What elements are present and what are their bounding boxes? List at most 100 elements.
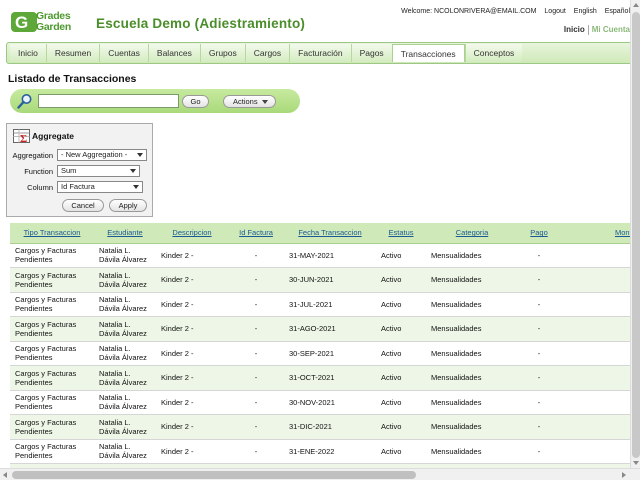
cell-estatus: Activo <box>376 292 426 317</box>
cancel-button[interactable]: Cancel <box>62 199 104 212</box>
actions-button[interactable]: Actions <box>223 95 276 108</box>
col-estatus[interactable]: Estatus <box>376 223 426 244</box>
aggregation-label: Aggregation <box>12 151 53 160</box>
svg-text:Σ: Σ <box>20 133 27 143</box>
cell-id-factura: - <box>228 341 284 366</box>
table-row[interactable]: Cargos y Facturas PendientesNatalia L. D… <box>10 316 630 342</box>
cell-estatus: Activo <box>376 365 426 391</box>
scroll-up-icon[interactable] <box>633 3 639 7</box>
tab-facturacion[interactable]: Facturación <box>289 44 351 62</box>
table-row[interactable]: Cargos y Facturas PendientesNatalia L. D… <box>10 292 630 317</box>
actions-label: Actions <box>233 97 258 106</box>
magnifier-icon[interactable] <box>17 93 33 109</box>
table-row[interactable]: Cargos y Facturas PendientesNatalia L. D… <box>10 267 630 293</box>
function-label: Function <box>24 167 53 176</box>
cell-pago: - <box>518 267 560 293</box>
mi-cuenta-link[interactable]: Mi Cuenta <box>592 25 630 34</box>
col-monto-cargo[interactable]: Monto Cargo <box>560 223 630 244</box>
cell-estudiante: Natalia L. Dávila Álvarez <box>94 267 156 293</box>
cell-fecha: 30-SEP-2021 <box>284 341 376 366</box>
logo-line-2: Garden <box>36 21 71 33</box>
aggregation-select[interactable]: - New Aggregation - <box>57 149 147 161</box>
english-link[interactable]: English <box>574 8 597 15</box>
cell-fecha: 30-NOV-2021 <box>284 390 376 415</box>
aggregate-title: Aggregate <box>32 131 75 141</box>
tab-grupos[interactable]: Grupos <box>199 44 245 62</box>
col-id-factura[interactable]: Id Factura <box>228 223 284 244</box>
logout-link[interactable]: Logout <box>544 8 565 15</box>
tab-balances[interactable]: Balances <box>147 44 200 62</box>
cell-descripcion: Kinder 2 - <box>156 439 228 464</box>
cell-estudiante: Natalia L. Dávila Álvarez <box>94 414 156 440</box>
cell-tipo: Cargos y Facturas Pendientes <box>10 365 94 391</box>
cell-pago: - <box>518 414 560 440</box>
cell-monto: $320.00 <box>560 243 630 268</box>
col-descripcion[interactable]: Descripcion <box>156 223 228 244</box>
cell-estatus: Activo <box>376 414 426 440</box>
cell-id-factura: - <box>228 267 284 293</box>
search-input[interactable] <box>38 94 179 108</box>
cell-monto: $320.00 <box>560 341 630 366</box>
transactions-table: Tipo Transaccion Estudiante Descripcion … <box>10 223 630 468</box>
chevron-down-icon <box>133 185 139 189</box>
scroll-down-icon[interactable] <box>633 461 639 465</box>
horizontal-scroll-thumb[interactable] <box>12 471 416 479</box>
horizontal-scrollbar[interactable] <box>0 468 640 480</box>
tab-cargos[interactable]: Cargos <box>244 44 290 62</box>
grades-garden-logo[interactable]: G Grades Garden <box>11 10 93 34</box>
cell-descripcion: Kinder 2 - <box>156 292 228 317</box>
cell-fecha: 31-MAY-2021 <box>284 243 376 268</box>
espanol-link[interactable]: Español <box>605 8 630 15</box>
cell-categoria: Mensualidades <box>426 341 518 366</box>
cell-descripcion: Kinder 2 - <box>156 243 228 268</box>
table-row[interactable]: Cargos y Facturas PendientesNatalia L. D… <box>10 365 630 391</box>
cell-descripcion: Kinder 2 - <box>156 341 228 366</box>
tab-resumen[interactable]: Resumen <box>45 44 100 62</box>
go-button[interactable]: Go <box>182 95 209 108</box>
inicio-link[interactable]: Inicio <box>564 25 585 34</box>
cell-estatus: Activo <box>376 341 426 366</box>
col-pago[interactable]: Pago <box>518 223 560 244</box>
transactions-table-wrap: Tipo Transaccion Estudiante Descripcion … <box>10 223 630 468</box>
vertical-scroll-thumb[interactable] <box>632 12 640 458</box>
top-links: Welcome: NCOLONRIVERA@EMAIL.COM Logout E… <box>401 8 630 15</box>
table-row[interactable]: Cargos y Facturas PendientesNatalia L. D… <box>10 414 630 440</box>
tab-inicio[interactable]: Inicio <box>10 44 46 62</box>
cell-tipo: Cargos y Facturas Pendientes <box>10 292 94 317</box>
divider <box>587 25 589 35</box>
col-tipo-transaccion[interactable]: Tipo Transaccion <box>10 223 94 244</box>
col-estudiante[interactable]: Estudiante <box>94 223 156 244</box>
col-categoria[interactable]: Categoria <box>426 223 518 244</box>
tab-transacciones[interactable]: Transacciones <box>391 44 465 62</box>
cell-monto: $320.00 <box>560 267 630 293</box>
apply-button[interactable]: Apply <box>109 199 147 212</box>
cell-tipo: Cargos y Facturas Pendientes <box>10 439 94 464</box>
table-row[interactable]: Cargos y Facturas PendientesNatalia L. D… <box>10 390 630 415</box>
table-row[interactable]: Cargos y Facturas PendientesNatalia L. D… <box>10 243 630 268</box>
tab-pagos[interactable]: Pagos <box>350 44 392 62</box>
cell-categoria: Mensualidades <box>426 243 518 268</box>
cell-tipo: Cargos y Facturas Pendientes <box>10 267 94 293</box>
column-select[interactable]: Id Factura <box>57 181 143 193</box>
cell-estudiante: Natalia L. Dávila Álvarez <box>94 365 156 391</box>
vertical-scrollbar[interactable] <box>630 0 640 468</box>
tab-conceptos[interactable]: Conceptos <box>464 44 523 62</box>
chevron-down-icon <box>137 153 143 157</box>
scroll-left-icon[interactable] <box>3 472 7 478</box>
function-select[interactable]: Sum <box>57 165 140 177</box>
table-row[interactable]: Cargos y Facturas PendientesNatalia L. D… <box>10 439 630 464</box>
svg-text:G: G <box>15 13 28 32</box>
cell-pago: - <box>518 243 560 268</box>
cell-estudiante: Natalia L. Dávila Álvarez <box>94 390 156 415</box>
table-row[interactable]: Cargos y Facturas PendientesNatalia L. D… <box>10 341 630 366</box>
cell-id-factura: - <box>228 414 284 440</box>
scroll-right-icon[interactable] <box>622 472 626 478</box>
function-value: Sum <box>61 166 77 175</box>
cell-estatus: Activo <box>376 243 426 268</box>
col-fecha-transaccion[interactable]: Fecha Transaccion <box>284 223 376 244</box>
cell-categoria: Mensualidades <box>426 267 518 293</box>
cell-id-factura: - <box>228 316 284 342</box>
cell-monto: $320.00 <box>560 292 630 317</box>
tab-cuentas[interactable]: Cuentas <box>99 44 148 62</box>
cell-pago: - <box>518 365 560 391</box>
